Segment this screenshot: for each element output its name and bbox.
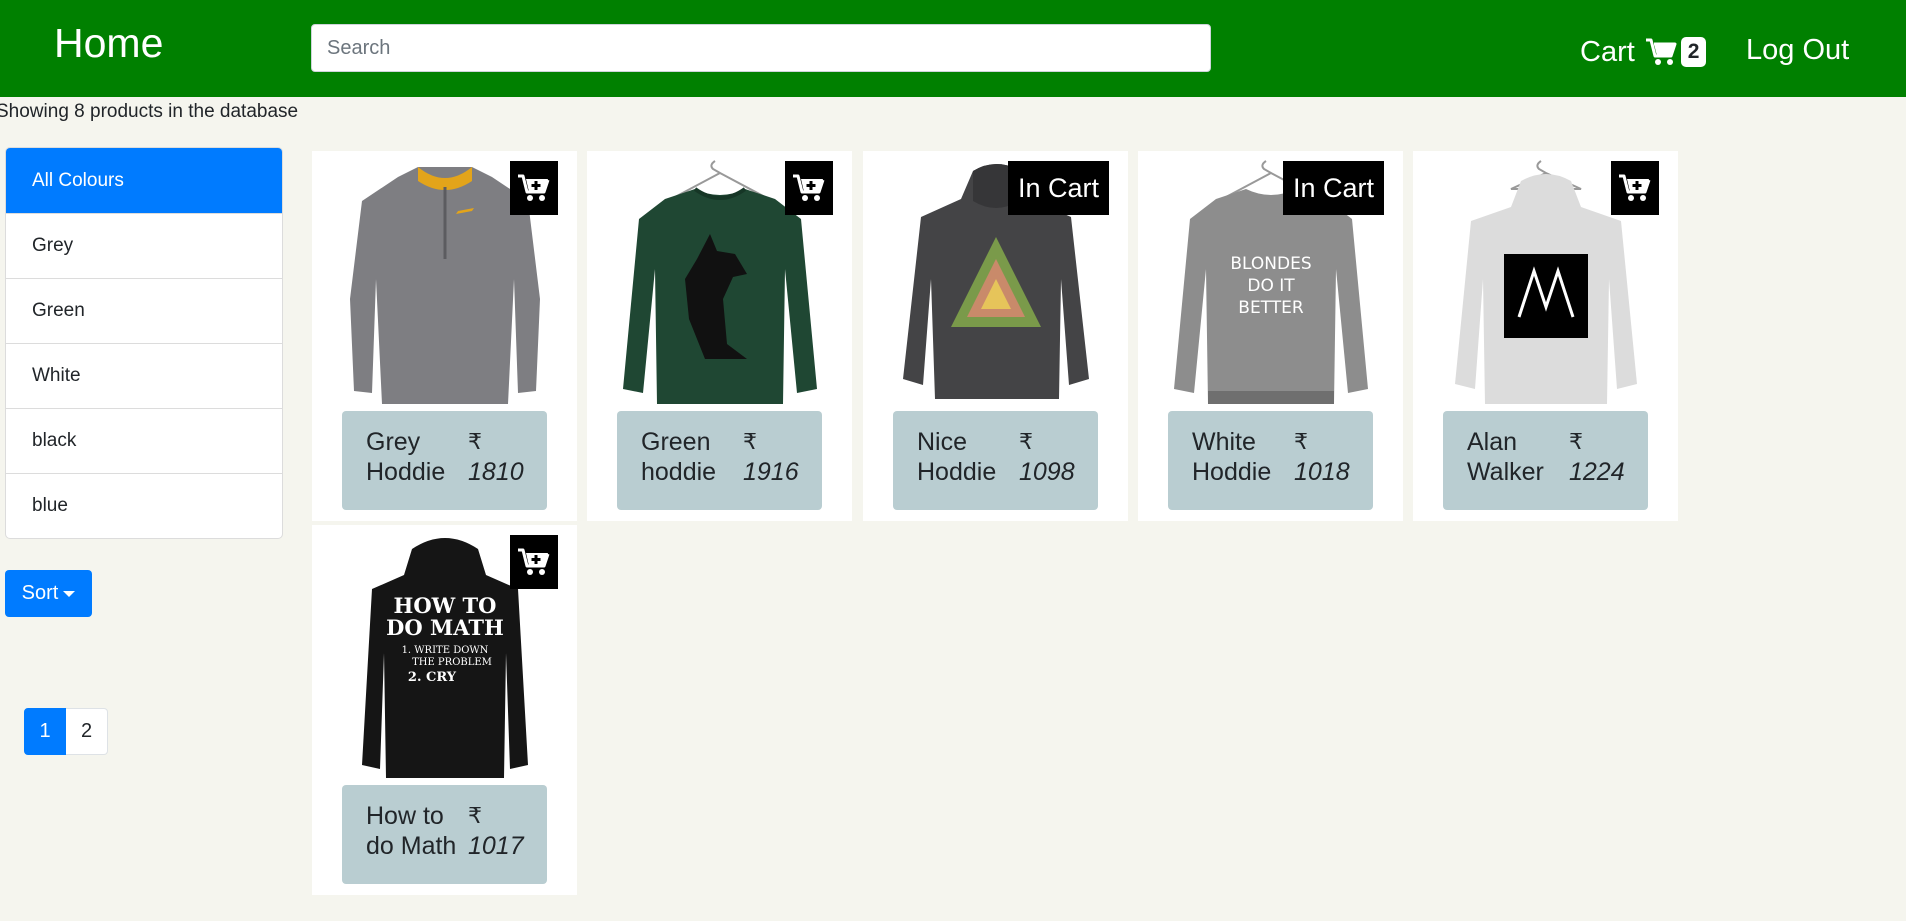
search-input[interactable] bbox=[311, 24, 1211, 72]
product-card: Grey Hoddie ₹ 1810 bbox=[312, 151, 577, 521]
product-price: 1098 bbox=[1019, 458, 1075, 486]
product-info: Alan Walker ₹ 1224 bbox=[1443, 411, 1648, 510]
product-price: 1916 bbox=[743, 458, 799, 486]
product-info: White Hoddie ₹ 1018 bbox=[1168, 411, 1373, 510]
currency-symbol: ₹ bbox=[743, 429, 757, 454]
in-cart-button[interactable]: In Cart bbox=[1008, 161, 1109, 215]
product-info: How to do Math ₹ 1017 bbox=[342, 785, 547, 884]
svg-text:1. WRITE DOWN: 1. WRITE DOWN bbox=[402, 645, 489, 656]
svg-text:BLONDES: BLONDES bbox=[1230, 254, 1311, 274]
page-1-button[interactable]: 1 bbox=[24, 708, 66, 755]
color-filter-list: All Colours Grey Green White black blue bbox=[5, 147, 283, 539]
product-card: BLONDES DO IT BETTER In Cart White Hoddi… bbox=[1138, 151, 1403, 521]
svg-text:BETTER: BETTER bbox=[1238, 298, 1304, 318]
add-to-cart-button[interactable] bbox=[510, 161, 558, 215]
color-filter-blue[interactable]: blue bbox=[6, 473, 282, 538]
cart-label: Cart bbox=[1580, 35, 1635, 68]
product-price: 1017 bbox=[468, 832, 524, 860]
color-filter-green[interactable]: Green bbox=[6, 278, 282, 343]
currency-symbol: ₹ bbox=[1569, 429, 1583, 454]
add-to-cart-button[interactable] bbox=[1611, 161, 1659, 215]
currency-symbol: ₹ bbox=[1294, 429, 1308, 454]
logout-link[interactable]: Log Out bbox=[1746, 34, 1849, 67]
svg-text:DO MATH: DO MATH bbox=[386, 615, 504, 640]
caret-down-icon bbox=[63, 590, 76, 597]
product-info: Nice Hoddie ₹ 1098 bbox=[893, 411, 1098, 510]
sort-dropdown-button[interactable]: Sort bbox=[5, 570, 92, 617]
add-to-cart-button[interactable] bbox=[510, 535, 558, 589]
product-name: Green hoddie bbox=[641, 428, 717, 486]
currency-symbol: ₹ bbox=[468, 803, 482, 828]
currency-symbol: ₹ bbox=[468, 429, 482, 454]
in-cart-button[interactable]: In Cart bbox=[1283, 161, 1384, 215]
product-card: In Cart Nice Hoddie ₹ 1098 bbox=[863, 151, 1128, 521]
product-info: Green hoddie ₹ 1916 bbox=[617, 411, 822, 510]
cart-count-badge: 2 bbox=[1680, 37, 1707, 67]
color-filter-grey[interactable]: Grey bbox=[6, 213, 282, 278]
product-price: 1224 bbox=[1569, 458, 1625, 486]
add-to-cart-button[interactable] bbox=[785, 161, 833, 215]
product-name: Nice Hoddie bbox=[917, 428, 997, 486]
cart-plus-icon bbox=[518, 548, 550, 575]
product-name: Alan Walker bbox=[1467, 428, 1544, 486]
home-link[interactable]: Home bbox=[54, 20, 163, 67]
color-filter-all[interactable]: All Colours bbox=[6, 148, 282, 213]
product-card: Green hoddie ₹ 1916 bbox=[587, 151, 852, 521]
navbar: Home Cart 2 Log Out bbox=[0, 0, 1906, 97]
product-count-text: Showing 8 products in the database bbox=[0, 101, 299, 122]
product-card: Alan Walker ₹ 1224 bbox=[1413, 151, 1678, 521]
product-name: Grey Hoddie bbox=[366, 428, 446, 486]
pagination: 1 2 bbox=[24, 708, 108, 755]
svg-text:THE PROBLEM: THE PROBLEM bbox=[412, 657, 492, 668]
product-name: White Hoddie bbox=[1192, 428, 1272, 486]
svg-text:DO IT: DO IT bbox=[1247, 276, 1295, 296]
sort-label: Sort bbox=[21, 582, 59, 604]
product-price: 1018 bbox=[1294, 458, 1350, 486]
product-price: 1810 bbox=[468, 458, 524, 486]
cart-plus-icon bbox=[793, 174, 825, 201]
color-filter-white[interactable]: White bbox=[6, 343, 282, 408]
cart-link[interactable]: Cart 2 bbox=[1580, 32, 1707, 72]
product-info: Grey Hoddie ₹ 1810 bbox=[342, 411, 547, 510]
page-2-button[interactable]: 2 bbox=[66, 708, 108, 755]
currency-symbol: ₹ bbox=[1019, 429, 1033, 454]
cart-icon bbox=[1645, 38, 1677, 65]
product-card: HOW TO DO MATH 1. WRITE DOWN THE PROBLEM… bbox=[312, 525, 577, 895]
cart-plus-icon bbox=[518, 174, 550, 201]
svg-text:2. CRY: 2. CRY bbox=[408, 670, 457, 685]
color-filter-black[interactable]: black bbox=[6, 408, 282, 473]
cart-plus-icon bbox=[1619, 174, 1651, 201]
product-name: How to do Math bbox=[366, 802, 457, 860]
